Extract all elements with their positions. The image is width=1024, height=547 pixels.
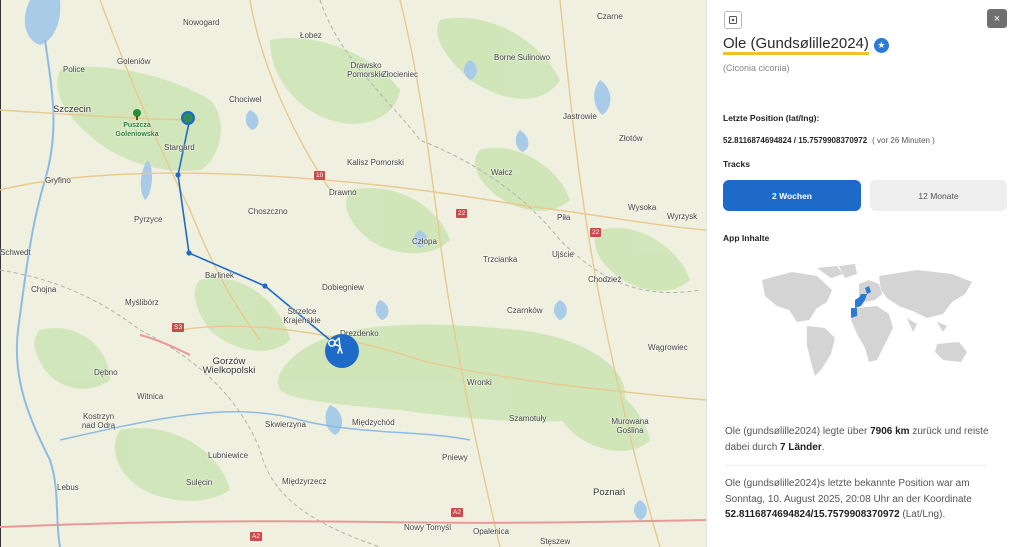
place-label: Skwierzyna bbox=[265, 420, 306, 429]
countries-value: 7 Länder bbox=[780, 441, 822, 453]
place-label: Lebus bbox=[57, 483, 79, 492]
place-label: Międzyrzecz bbox=[282, 477, 327, 486]
bird-title: Ole (Gundsølille2024) ★ bbox=[723, 36, 889, 55]
road-shield: 22 bbox=[590, 228, 602, 237]
place-label: Złocieniec bbox=[382, 70, 419, 79]
place-label: Schwedt bbox=[0, 248, 31, 257]
place-label: Czarne bbox=[597, 12, 623, 21]
road-shield: A2 bbox=[451, 508, 463, 517]
place-label: Witnica bbox=[137, 392, 164, 401]
place-label: Nowogard bbox=[183, 18, 220, 27]
place-label: Wysoka bbox=[628, 203, 657, 212]
place-label: Łobez bbox=[300, 31, 322, 40]
settings-button[interactable] bbox=[724, 11, 742, 29]
place-label: Lubniewice bbox=[208, 451, 249, 460]
map-base-layer bbox=[0, 0, 706, 547]
place-label: Piła bbox=[557, 213, 571, 222]
place-label: Stargard bbox=[164, 143, 195, 152]
place-label: Człopa bbox=[412, 237, 437, 246]
place-label: Choszczno bbox=[248, 207, 288, 216]
last-known-summary: Ole (gundsølille2024)s letzte bekannte P… bbox=[725, 476, 989, 523]
road-shield: S3 bbox=[172, 323, 184, 332]
last-known-coordinates: 52.8116874694824/15.7579908370972 bbox=[725, 509, 900, 520]
last-known-text-pre: Ole (gundsølille2024)s letzte bekannte P… bbox=[725, 478, 972, 505]
stork-icon bbox=[328, 337, 343, 354]
place-label: Kostrzyn nad Odrą bbox=[81, 412, 116, 430]
place-label: Szamotuły bbox=[509, 414, 547, 423]
start-marker[interactable] bbox=[181, 111, 195, 125]
road-shield: 22 bbox=[456, 209, 468, 218]
distance-value: 7906 km bbox=[870, 426, 910, 437]
distance-text-pre: Ole (gundsølille2024) legte über bbox=[725, 426, 871, 437]
place-label: Jastrowie bbox=[563, 112, 597, 121]
place-label: Złotów bbox=[619, 134, 643, 143]
bird-details-panel: × Ole (Gundsølille2024) ★ (Ciconia cicon… bbox=[706, 0, 1024, 547]
bird-name: Ole (Gundsølille2024) bbox=[723, 36, 869, 55]
place-label: Goleniów bbox=[117, 57, 151, 66]
settings-icon bbox=[729, 16, 737, 24]
place-label: Murowana Goślina bbox=[611, 417, 649, 435]
park-label: Puszcza Goleniowska bbox=[115, 122, 159, 138]
app-content-label: App Inhalte bbox=[723, 233, 770, 243]
place-label: Trzcianka bbox=[483, 255, 518, 264]
place-label: Barlinek bbox=[205, 271, 234, 280]
species-name: (Ciconia ciconia) bbox=[723, 63, 790, 73]
road-shield: 10 bbox=[314, 171, 326, 180]
coordinates-value: 52.8116874694824 / 15.7579908370972 bbox=[723, 136, 868, 145]
time-ago: ( vor 26 Minuten ) bbox=[872, 136, 935, 145]
place-label: Dobiegniew bbox=[322, 283, 364, 292]
place-label: Borne Sulinowo bbox=[494, 53, 551, 62]
place-label: Opalenica bbox=[473, 527, 510, 536]
map-view[interactable]: Nowogard Łobez Drawsko Pomorskie Złocien… bbox=[0, 0, 706, 547]
place-label: Police bbox=[63, 65, 85, 74]
road-shield: A2 bbox=[250, 532, 262, 541]
distance-summary: Ole (gundsølille2024) legte über 7906 km… bbox=[725, 424, 989, 455]
place-label: Dębno bbox=[94, 368, 118, 377]
distance-text-post: . bbox=[821, 441, 825, 453]
last-known-text-post: (Lat/Lng). bbox=[899, 509, 946, 520]
bird-position-marker[interactable] bbox=[325, 334, 359, 368]
place-label: Międzychód bbox=[352, 418, 395, 427]
tracks-label: Tracks bbox=[723, 159, 750, 169]
place-label: Chociwel bbox=[229, 95, 262, 104]
tab-2-weeks[interactable]: 2 Wochen bbox=[723, 180, 861, 211]
place-label: Stęszew bbox=[540, 537, 571, 546]
place-label: Myślibórz bbox=[125, 298, 159, 307]
place-label: Szczecin bbox=[53, 104, 92, 115]
place-label: Ujście bbox=[552, 250, 574, 259]
place-label: Wągrowiec bbox=[648, 343, 688, 352]
place-label: Pniewy bbox=[442, 453, 468, 462]
divider bbox=[725, 465, 987, 466]
place-label: Strzelce Krajeńskie bbox=[283, 307, 321, 325]
place-label: Sulęcin bbox=[186, 478, 213, 487]
place-label: Gorzów Wielkopolski bbox=[202, 356, 256, 376]
last-position-label: Letzte Position (lat/lng): bbox=[723, 113, 820, 123]
place-label: Czarnków bbox=[507, 306, 543, 315]
place-label: Nowy Tomyśl bbox=[404, 523, 451, 532]
place-label: Kalisz Pomorski bbox=[347, 158, 404, 167]
tab-12-months[interactable]: 12 Monate bbox=[870, 180, 1007, 211]
place-label: Wałcz bbox=[491, 168, 513, 177]
place-label: Wronki bbox=[467, 378, 492, 387]
place-label: Drawno bbox=[329, 188, 357, 197]
place-label: Pyrzyce bbox=[134, 215, 163, 224]
last-position-coordinates: 52.8116874694824 / 15.7579908370972 ( vor… bbox=[723, 136, 935, 145]
close-icon: × bbox=[993, 12, 1001, 25]
place-label: Gryfino bbox=[45, 176, 71, 185]
place-label: Chojna bbox=[31, 285, 57, 294]
place-label: Chodzież bbox=[588, 275, 622, 284]
favorite-star-icon[interactable]: ★ bbox=[873, 38, 889, 53]
world-map-thumbnail bbox=[762, 264, 972, 376]
place-label: Wyrzysk bbox=[667, 212, 698, 221]
close-button[interactable]: × bbox=[987, 9, 1007, 28]
place-label: Poznań bbox=[593, 487, 626, 498]
